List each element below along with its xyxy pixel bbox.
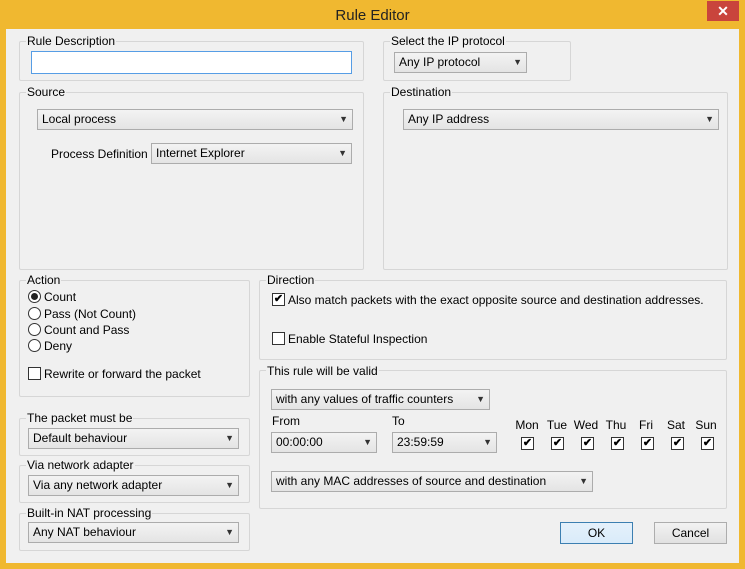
direction-group [259, 280, 727, 360]
packet-must-be-value: Default behaviour [33, 431, 128, 445]
destination-label: Destination [390, 85, 453, 99]
check-icon: ✔ [273, 293, 284, 305]
radio-label: Count [44, 290, 77, 304]
day-label-sat: Sat [666, 418, 685, 432]
chevron-down-icon: ▼ [225, 527, 234, 537]
action-option-count-and-pass[interactable]: Count and Pass [28, 323, 228, 338]
chevron-down-icon: ▼ [225, 433, 234, 443]
chevron-down-icon: ▼ [339, 114, 348, 124]
chevron-down-icon: ▼ [513, 57, 522, 67]
check-icon: ✔ [612, 437, 623, 449]
ip-protocol-select[interactable]: Any IP protocol ▼ [394, 52, 527, 73]
chevron-down-icon: ▼ [579, 476, 588, 486]
window-title: Rule Editor [335, 7, 410, 24]
check-icon: ✔ [702, 437, 713, 449]
packet-must-be-label: The packet must be [26, 411, 134, 425]
process-definition-value: Internet Explorer [156, 146, 245, 160]
action-label: Action [26, 273, 62, 287]
network-adapter-select[interactable]: Via any network adapter ▼ [28, 475, 239, 496]
rewrite-checkbox[interactable] [28, 367, 41, 380]
chevron-down-icon: ▼ [476, 394, 485, 404]
day-label-sun: Sun [695, 418, 717, 432]
cancel-button[interactable]: Cancel [654, 522, 727, 544]
close-icon: ✕ [717, 3, 729, 19]
direction-label: Direction [266, 273, 316, 287]
source-value: Local process [42, 112, 117, 126]
close-button[interactable]: ✕ [707, 1, 739, 21]
radio-button[interactable] [28, 307, 41, 320]
process-definition-select[interactable]: Internet Explorer ▼ [151, 143, 352, 164]
day-checkbox-fri[interactable]: ✔ [641, 437, 654, 450]
day-checkbox-sat[interactable]: ✔ [671, 437, 684, 450]
action-option-count[interactable]: Count [28, 290, 228, 305]
traffic-counters-value: with any values of traffic counters [276, 392, 454, 406]
nat-value: Any NAT behaviour [33, 525, 136, 539]
from-time-value: 00:00:00 [276, 435, 323, 449]
check-icon: ✔ [582, 437, 593, 449]
mac-address-select[interactable]: with any MAC addresses of source and des… [271, 471, 593, 492]
radio-button[interactable] [28, 323, 41, 336]
chevron-down-icon: ▼ [483, 437, 492, 447]
ok-button[interactable]: OK [560, 522, 633, 544]
nat-select[interactable]: Any NAT behaviour ▼ [28, 522, 239, 543]
day-label-mon: Mon [515, 418, 539, 432]
mac-address-value: with any MAC addresses of source and des… [276, 474, 547, 488]
to-time-value: 23:59:59 [397, 435, 444, 449]
ip-protocol-label: Select the IP protocol [390, 34, 506, 48]
source-select[interactable]: Local process ▼ [37, 109, 353, 130]
check-icon: ✔ [672, 437, 683, 449]
day-checkbox-tue[interactable]: ✔ [551, 437, 564, 450]
network-adapter-label: Via network adapter [26, 458, 135, 472]
day-label-tue: Tue [546, 418, 568, 432]
nat-label: Built-in NAT processing [26, 506, 153, 520]
packet-must-be-select[interactable]: Default behaviour ▼ [28, 428, 239, 449]
stateful-label: Enable Stateful Inspection [288, 332, 428, 346]
radio-label: Count and Pass [44, 323, 130, 337]
radio-label: Deny [44, 339, 73, 353]
validity-label: This rule will be valid [266, 364, 379, 378]
check-icon: ✔ [552, 437, 563, 449]
match-opposite-label: Also match packets with the exact opposi… [288, 293, 704, 307]
check-icon: ✔ [522, 437, 533, 449]
destination-value: Any IP address [408, 112, 490, 126]
action-option-deny[interactable]: Deny [28, 339, 228, 354]
day-label-thu: Thu [605, 418, 627, 432]
rewrite-label: Rewrite or forward the packet [44, 367, 201, 381]
chevron-down-icon: ▼ [225, 480, 234, 490]
chevron-down-icon: ▼ [338, 148, 347, 158]
day-checkbox-sun[interactable]: ✔ [701, 437, 714, 450]
day-checkbox-mon[interactable]: ✔ [521, 437, 534, 450]
day-label-wed: Wed [573, 418, 599, 432]
radio-label: Pass (Not Count) [44, 307, 137, 321]
day-checkbox-wed[interactable]: ✔ [581, 437, 594, 450]
check-icon: ✔ [642, 437, 653, 449]
radio-button[interactable] [28, 290, 41, 303]
from-time-select[interactable]: 00:00:00 ▼ [271, 432, 377, 453]
chevron-down-icon: ▼ [705, 114, 714, 124]
traffic-counters-select[interactable]: with any values of traffic counters ▼ [271, 389, 490, 410]
from-label: From [272, 414, 300, 428]
chevron-down-icon: ▼ [363, 437, 372, 447]
to-time-select[interactable]: 23:59:59 ▼ [392, 432, 497, 453]
ip-protocol-value: Any IP protocol [399, 55, 481, 69]
action-option-pass[interactable]: Pass (Not Count) [28, 307, 228, 322]
network-adapter-value: Via any network adapter [33, 478, 163, 492]
day-checkbox-thu[interactable]: ✔ [611, 437, 624, 450]
day-label-fri: Fri [639, 418, 653, 432]
process-definition-label: Process Definition : [51, 147, 155, 161]
rule-description-label: Rule Description [26, 34, 117, 48]
rule-description-input[interactable] [31, 51, 352, 74]
source-label: Source [26, 85, 67, 99]
destination-select[interactable]: Any IP address ▼ [403, 109, 719, 130]
match-opposite-checkbox[interactable]: ✔ [272, 293, 285, 306]
stateful-checkbox[interactable] [272, 332, 285, 345]
to-label: To [392, 414, 405, 428]
radio-button[interactable] [28, 339, 41, 352]
